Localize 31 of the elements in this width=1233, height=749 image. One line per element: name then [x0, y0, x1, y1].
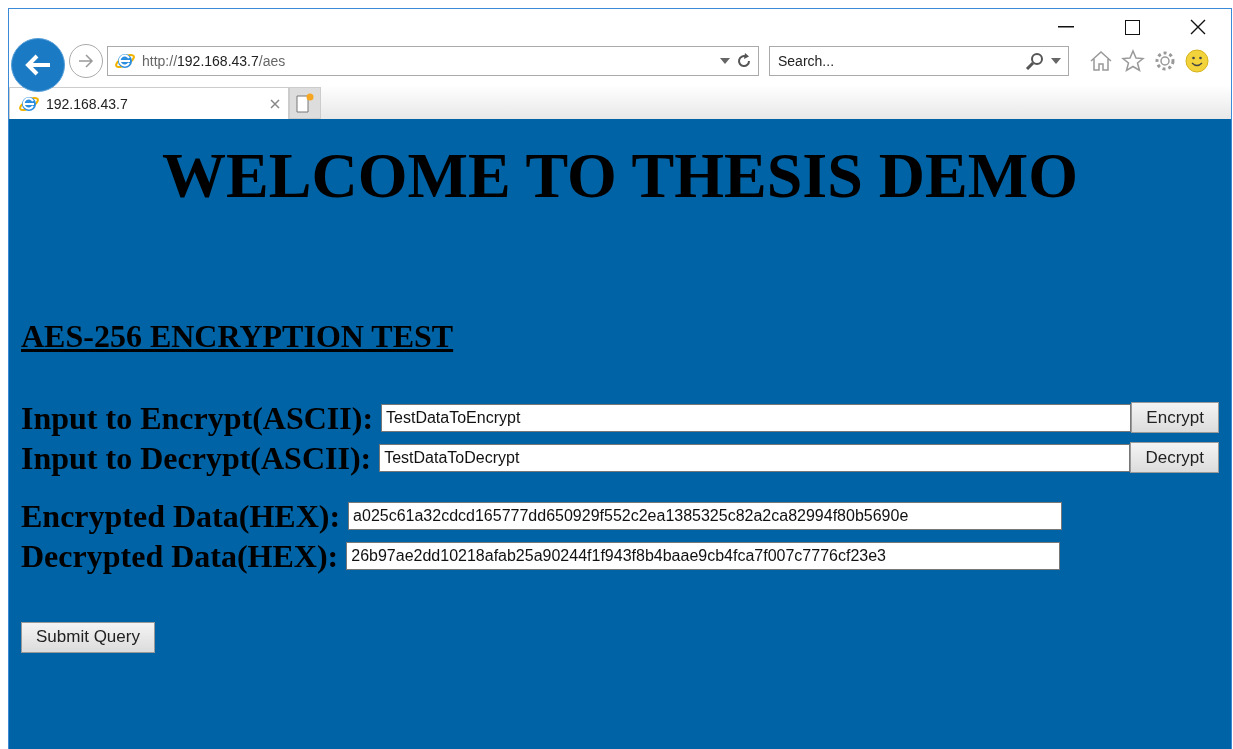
submit-button[interactable]: Submit Query	[21, 621, 155, 653]
browser-tab[interactable]: 192.168.43.7	[9, 87, 289, 119]
action-button[interactable]: Decrypt	[1130, 442, 1219, 474]
address-field[interactable]: http://192.168.43.7/aes	[107, 46, 759, 76]
search-icon[interactable]	[1025, 52, 1045, 70]
star-icon[interactable]	[1121, 49, 1145, 73]
settings-icon[interactable]	[1153, 49, 1177, 73]
maximize-icon[interactable]	[1124, 19, 1140, 35]
search-field[interactable]: Search...	[769, 46, 1069, 76]
dropdown-icon[interactable]	[720, 58, 730, 64]
page-title: WELCOME TO THESIS DEMO	[161, 141, 1079, 212]
field-label: Input to Decrypt(ASCII):	[21, 439, 372, 476]
field-label: Decrypted Data(HEX):	[21, 537, 339, 574]
back-arrow-icon	[24, 53, 52, 77]
back-button[interactable]	[11, 38, 65, 92]
home-icon[interactable]	[1089, 49, 1113, 73]
section-heading: AES-256 ENCRYPTION TEST	[21, 317, 455, 356]
new-page-icon	[295, 92, 315, 114]
minimize-icon[interactable]	[1058, 26, 1074, 28]
forward-arrow-icon	[77, 53, 95, 69]
text-field[interactable]: 26b97ae2dd10218afab25a90244f1f943f8b4baae9cb4fca7f007c7776cf23e3	[346, 541, 1061, 570]
text-field[interactable]: TestDataToDecrypt	[379, 443, 1131, 472]
field-label: Encrypted Data(HEX):	[21, 497, 341, 534]
field-label: Input to Encrypt(ASCII):	[21, 399, 374, 436]
smiley-icon[interactable]	[1185, 49, 1209, 73]
close-icon[interactable]	[1190, 19, 1206, 35]
text-field[interactable]: a025c61a32cdcd165777dd650929f552c2ea1385325c82a2ca82994f80b5690e	[348, 501, 1063, 530]
text-field[interactable]: TestDataToEncrypt	[381, 403, 1132, 432]
action-button[interactable]: Encrypt	[1131, 402, 1219, 434]
dropdown-icon[interactable]	[1051, 58, 1061, 64]
refresh-icon[interactable]	[736, 53, 752, 69]
